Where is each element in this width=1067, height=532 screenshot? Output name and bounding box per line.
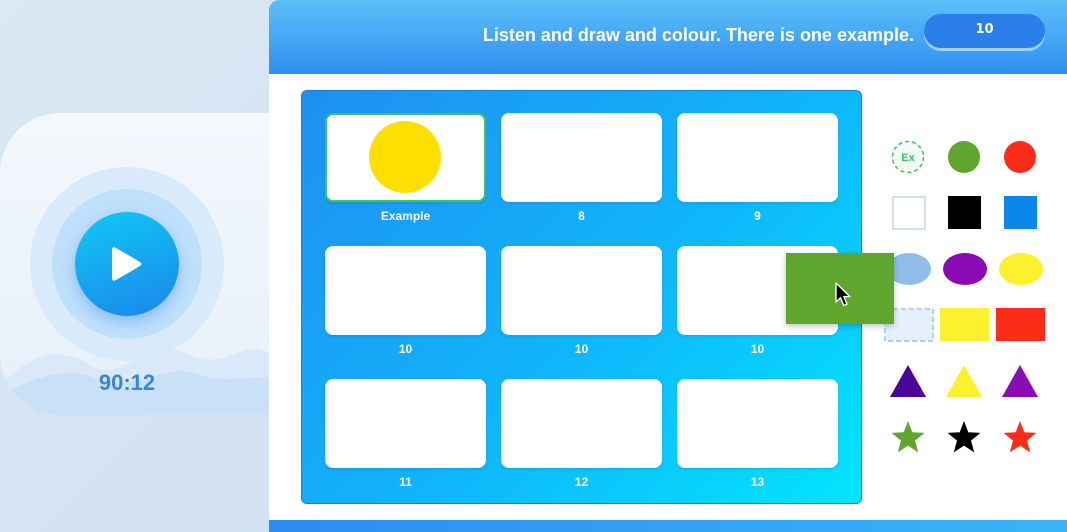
score-badge: 10: [924, 14, 1045, 48]
cell-label: 10: [574, 342, 589, 356]
black-square[interactable]: [948, 196, 982, 234]
mouse-pointer-icon: [835, 282, 851, 307]
green-circle[interactable]: [947, 140, 981, 178]
yellow-oval[interactable]: [998, 252, 1044, 290]
cell-label: 10: [398, 342, 413, 356]
purple-triangle[interactable]: [1001, 364, 1039, 402]
cell-label: 11: [399, 475, 412, 489]
yellow-rectangle[interactable]: [940, 308, 990, 346]
drawing-board: Example 8 9 10 10 10 11 12 13: [301, 90, 862, 504]
yellow-triangle[interactable]: [945, 364, 983, 402]
green-rectangle-tile[interactable]: [786, 253, 894, 324]
cell-example[interactable]: [325, 113, 486, 202]
purple-oval[interactable]: [942, 252, 988, 290]
red-star[interactable]: [1002, 420, 1038, 458]
cell-label: 12: [574, 475, 589, 489]
black-star[interactable]: [946, 420, 982, 458]
cell-label: 8: [578, 209, 585, 223]
cell-11[interactable]: [325, 379, 486, 468]
yellow-circle-example: [369, 121, 441, 193]
play-button[interactable]: [75, 212, 179, 316]
cell-12[interactable]: [501, 379, 662, 468]
green-star[interactable]: [890, 420, 926, 458]
audio-timer: 90:12: [98, 370, 156, 395]
indigo-triangle[interactable]: [889, 364, 927, 402]
example-badge-text: Ex: [901, 152, 915, 164]
cell-10b[interactable]: [501, 246, 662, 335]
cell-label: 10: [750, 342, 765, 356]
footer-bar: [269, 520, 1067, 532]
white-square[interactable]: [892, 196, 926, 234]
blue-square[interactable]: [1004, 196, 1038, 234]
cell-10a[interactable]: [325, 246, 486, 335]
red-rectangle[interactable]: [996, 308, 1046, 346]
header-bar: Listen and draw and colour. There is one…: [269, 0, 1067, 74]
red-circle[interactable]: [1003, 140, 1037, 178]
play-icon: [112, 247, 142, 281]
example-badge: Ex: [891, 140, 925, 174]
cell-13[interactable]: [677, 379, 838, 468]
cell-label: 13: [750, 475, 765, 489]
instruction-text: Listen and draw and colour. There is one…: [482, 25, 914, 45]
cell-label: Example: [380, 209, 431, 223]
cell-8[interactable]: [501, 113, 662, 202]
cell-label: 9: [754, 209, 761, 223]
cell-9[interactable]: [677, 113, 838, 202]
